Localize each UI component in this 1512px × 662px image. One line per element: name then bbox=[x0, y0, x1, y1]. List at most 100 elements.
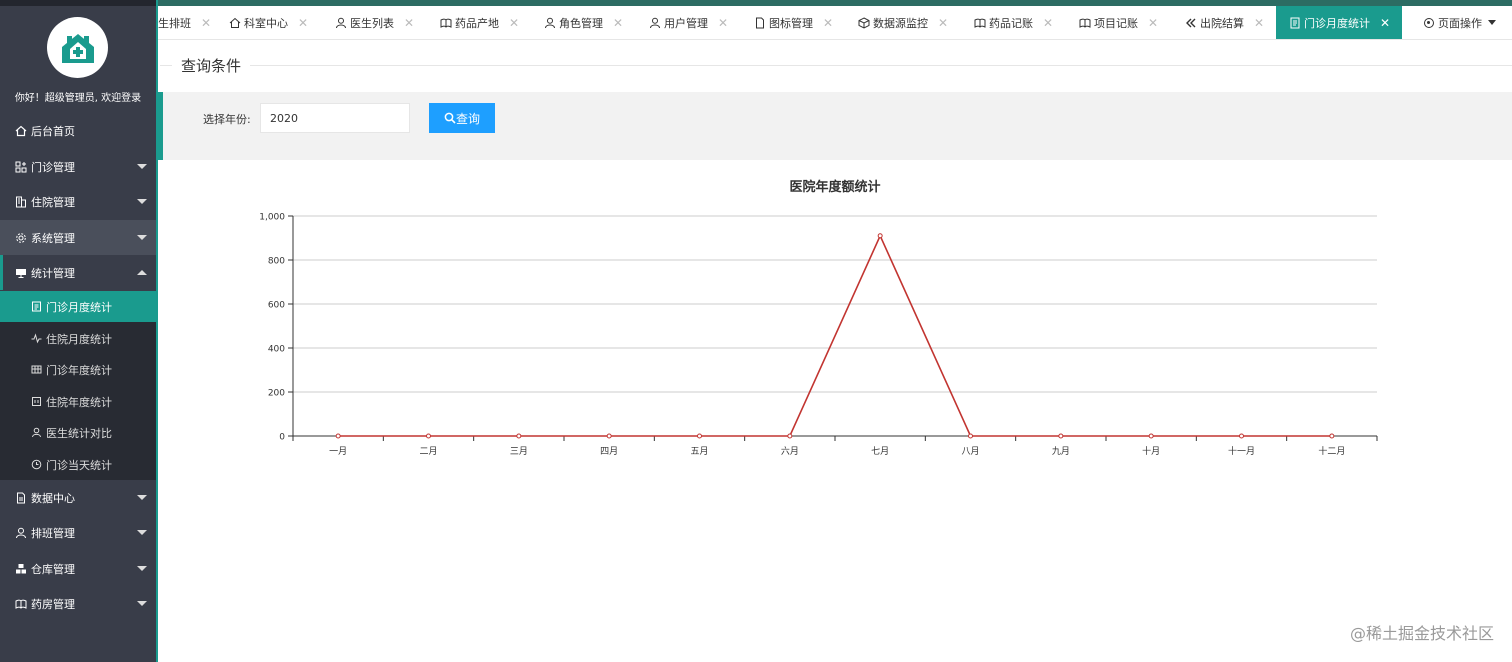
submenu-item-inpatient-yearly[interactable]: 住院年度统计 bbox=[0, 386, 156, 417]
home-icon bbox=[14, 124, 28, 138]
chevron-up-icon bbox=[137, 270, 147, 275]
x-tick-label: 二月 bbox=[419, 446, 437, 457]
data-point[interactable] bbox=[1239, 433, 1244, 439]
nav-item-inpatient[interactable]: 住院管理 bbox=[0, 184, 156, 219]
nav-item-label: 数据中心 bbox=[31, 491, 75, 505]
data-point[interactable] bbox=[335, 433, 341, 439]
submenu-item-label: 住院年度统计 bbox=[46, 395, 112, 409]
data-point[interactable] bbox=[606, 433, 612, 439]
nav-item-label: 住院管理 bbox=[31, 195, 75, 209]
tab-label: 生排班 bbox=[158, 16, 191, 30]
close-icon[interactable]: ✕ bbox=[1380, 16, 1390, 30]
x-tick-label: 十二月 bbox=[1318, 445, 1345, 457]
nav-item-system[interactable]: 系统管理 bbox=[0, 220, 156, 255]
nav-item-pharmacy[interactable]: 药房管理 bbox=[0, 586, 156, 621]
page-operations-dropdown[interactable]: 页面操作 bbox=[1424, 6, 1496, 39]
home-icon bbox=[228, 16, 241, 29]
data-point[interactable] bbox=[426, 433, 431, 439]
x-tick-label: 四月 bbox=[600, 446, 618, 457]
close-icon[interactable]: ✕ bbox=[938, 16, 948, 30]
data-point[interactable] bbox=[1058, 433, 1064, 439]
data-point[interactable] bbox=[1148, 433, 1154, 439]
close-icon[interactable]: ✕ bbox=[201, 16, 211, 30]
hospital-logo bbox=[47, 17, 108, 78]
query-button[interactable]: 查询 bbox=[429, 103, 495, 133]
sidebar: 你好！超级管理员, 欢迎登录 后台首页 门诊管理 住院管理 系统管理 统计管理 bbox=[0, 0, 158, 662]
hospital-logo-icon bbox=[53, 23, 102, 72]
welcome-text: 你好！超级管理员, 欢迎登录 bbox=[14, 93, 142, 104]
year-input[interactable] bbox=[260, 103, 410, 133]
clock-icon bbox=[30, 458, 43, 471]
close-icon[interactable]: ✕ bbox=[613, 16, 623, 30]
tab-role-management[interactable]: 角色管理 ✕ bbox=[543, 6, 623, 39]
data-point[interactable] bbox=[787, 433, 793, 439]
tab-item-billing[interactable]: 项目记账 ✕ bbox=[1078, 6, 1158, 39]
tab-label: 数据源监控 bbox=[873, 16, 928, 30]
chevron-down-icon bbox=[137, 530, 147, 535]
tab-doctor-list[interactable]: 医生列表 ✕ bbox=[334, 6, 414, 39]
close-icon[interactable]: ✕ bbox=[823, 16, 833, 30]
tab-label: 项目记账 bbox=[1094, 16, 1138, 30]
data-point[interactable] bbox=[697, 433, 702, 439]
data-point[interactable] bbox=[968, 433, 973, 439]
nav-item-statistics[interactable]: 统计管理 bbox=[0, 255, 156, 290]
tab-datasource-monitor[interactable]: 数据源监控 ✕ bbox=[857, 6, 948, 39]
query-button-label: 查询 bbox=[455, 111, 480, 126]
submenu-item-outpatient-daily[interactable]: 门诊当天统计 bbox=[0, 449, 156, 480]
series-line bbox=[338, 233, 1332, 437]
tab-label: 角色管理 bbox=[559, 16, 603, 30]
tab-outpatient-monthly-stats[interactable]: 门诊月度统计 ✕ bbox=[1276, 6, 1403, 39]
close-icon[interactable]: ✕ bbox=[1254, 16, 1264, 30]
tab-department-center[interactable]: 科室中心 ✕ bbox=[228, 6, 308, 39]
tab-doctor-schedule[interactable]: 生排班 ✕ bbox=[158, 6, 211, 39]
y-tick-label: 600 bbox=[268, 301, 285, 311]
y-tick-label: 800 bbox=[268, 257, 285, 267]
yearly-amount-chart: 医院年度额统计 0 200 400 600 800 1,000 一月 二月 三月 四月 五月 六月 七月… bbox=[259, 179, 1378, 457]
submenu-item-inpatient-monthly[interactable]: 住院月度统计 bbox=[0, 323, 156, 354]
submenu-item-label: 门诊月度统计 bbox=[46, 300, 112, 314]
tab-label: 用户管理 bbox=[664, 16, 708, 30]
data-point[interactable] bbox=[877, 233, 883, 239]
report-icon bbox=[30, 300, 43, 313]
cube-icon bbox=[857, 16, 870, 29]
boxes-icon bbox=[14, 562, 28, 576]
tab-label: 科室中心 bbox=[244, 16, 288, 30]
data-point[interactable] bbox=[516, 433, 522, 439]
submenu-item-outpatient-monthly[interactable]: 门诊月度统计 bbox=[0, 291, 156, 322]
tab-discharge-settlement[interactable]: 出院结算 ✕ bbox=[1184, 6, 1264, 39]
nav-item-data-center[interactable]: 数据中心 bbox=[0, 480, 156, 515]
nav-item-warehouse[interactable]: 仓库管理 bbox=[0, 551, 156, 586]
nav-item-schedule[interactable]: 排班管理 bbox=[0, 515, 156, 550]
chart-series bbox=[335, 233, 1335, 439]
year-label: 选择年份: bbox=[203, 113, 251, 126]
query-panel: 选择年份: 查询 bbox=[158, 92, 1512, 160]
tab-icon-management[interactable]: 图标管理 ✕ bbox=[753, 6, 833, 39]
x-tick-label: 十一月 bbox=[1228, 445, 1255, 457]
building-icon bbox=[14, 195, 28, 209]
tab-user-management[interactable]: 用户管理 ✕ bbox=[648, 6, 728, 39]
close-icon[interactable]: ✕ bbox=[298, 16, 308, 30]
nav-item-label: 系统管理 bbox=[31, 231, 75, 245]
close-icon[interactable]: ✕ bbox=[1043, 16, 1053, 30]
book-icon bbox=[973, 16, 986, 29]
search-icon bbox=[444, 112, 456, 124]
user-icon bbox=[30, 426, 43, 439]
submenu-item-outpatient-yearly[interactable]: 门诊年度统计 bbox=[0, 354, 156, 385]
nav-item-home[interactable]: 后台首页 bbox=[0, 113, 156, 148]
nav-item-label: 后台首页 bbox=[31, 124, 75, 138]
tab-label: 图标管理 bbox=[769, 16, 813, 30]
tab-drug-origin[interactable]: 药品产地 ✕ bbox=[439, 6, 519, 39]
book-icon bbox=[14, 597, 28, 611]
user-icon bbox=[14, 526, 28, 540]
data-point[interactable] bbox=[1329, 433, 1335, 439]
report-icon bbox=[1288, 16, 1301, 29]
nav-item-outpatient[interactable]: 门诊管理 bbox=[0, 149, 156, 184]
close-icon[interactable]: ✕ bbox=[1148, 16, 1158, 30]
close-icon[interactable]: ✕ bbox=[718, 16, 728, 30]
submenu-item-doctor-compare[interactable]: 医生统计对比 bbox=[0, 417, 156, 448]
document-icon bbox=[753, 16, 766, 29]
apps-icon bbox=[14, 160, 28, 174]
close-icon[interactable]: ✕ bbox=[404, 16, 414, 30]
close-icon[interactable]: ✕ bbox=[509, 16, 519, 30]
tab-drug-billing[interactable]: 药品记账 ✕ bbox=[973, 6, 1053, 39]
